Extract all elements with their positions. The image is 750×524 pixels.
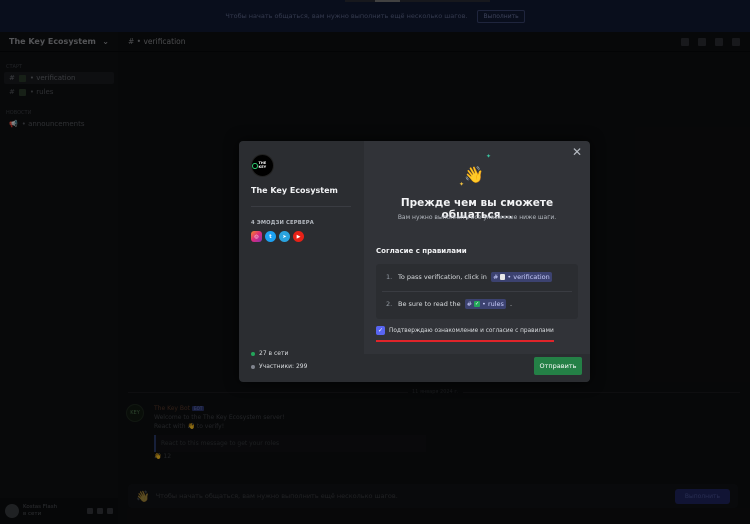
member-dot-icon [251, 364, 255, 369]
rule-number: 2. [386, 300, 393, 308]
close-icon[interactable]: ✕ [572, 146, 582, 158]
rule-suffix: . [509, 300, 513, 308]
youtube-icon: ▶ [293, 231, 304, 242]
modal-server-panel: THE KEY The Key Ecosystem 4 ЭМОДЗИ СЕРВЕ… [239, 141, 364, 382]
online-count: 27 в сети [251, 350, 307, 357]
member-count: Участники: 299 [251, 363, 307, 370]
rule-text: To pass verification, click in [398, 273, 487, 281]
modal-server-name: The Key Ecosystem [251, 186, 338, 195]
server-stats: 27 в сети Участники: 299 [251, 344, 307, 370]
modal-content: ✕ ✦ 👋 ✦ Прежде чем вы сможете общаться..… [364, 141, 590, 382]
telegram-icon: ➤ [279, 231, 290, 242]
modal-footer: Отправить [364, 354, 590, 382]
rules-box: 1. To pass verification, click in # • ve… [376, 264, 578, 319]
twitter-icon: t [265, 231, 276, 242]
mention-label: • rules [482, 300, 504, 308]
page-icon [500, 274, 506, 280]
rule-item: 1. To pass verification, click in # • ve… [386, 272, 552, 282]
agree-checkbox-row[interactable]: ✓ Подтверждаю ознакомление и согласие с … [376, 326, 554, 335]
sparkle-icon: ✦ [486, 153, 492, 160]
check-icon: ✓ [474, 301, 481, 307]
highlight-underline [376, 340, 554, 342]
emoji-label: 4 ЭМОДЗИ СЕРВЕРА [251, 220, 314, 226]
agree-label: Подтверждаю ознакомление и согласие с пр… [389, 327, 554, 334]
channel-mention-verification[interactable]: # • verification [490, 272, 552, 282]
rule-number: 1. [386, 273, 393, 281]
hash-icon: # [492, 273, 499, 281]
online-text: 27 в сети [259, 350, 289, 357]
divider [251, 206, 351, 207]
modal-subtitle: Вам нужно выполнить все указанные ниже ш… [397, 214, 557, 221]
instagram-icon: ◎ [251, 231, 262, 242]
submit-button[interactable]: Отправить [534, 357, 582, 375]
sparkle-icon: ✦ [459, 181, 465, 188]
hero-illustration: ✦ 👋 ✦ [456, 153, 496, 199]
rule-divider [382, 291, 572, 292]
rules-heading: Согласие с правилами [376, 247, 467, 255]
rule-item: 2. Be sure to read the # ✓ • rules . [386, 299, 512, 309]
hash-icon: # [466, 300, 473, 308]
mention-label: • verification [507, 273, 550, 281]
discord-app: Чтобы начать общаться, вам нужно выполни… [0, 0, 750, 524]
online-dot-icon [251, 351, 255, 356]
wave-icon: 👋 [464, 165, 484, 184]
logo-ring-icon [252, 162, 258, 169]
logo-text: THE KEY [258, 161, 267, 169]
server-logo: THE KEY [251, 154, 274, 177]
rule-text: Be sure to read the [398, 300, 461, 308]
channel-mention-rules[interactable]: # ✓ • rules [464, 299, 506, 309]
verification-modal: THE KEY The Key Ecosystem 4 ЭМОДЗИ СЕРВЕ… [239, 141, 590, 382]
members-text: Участники: 299 [259, 363, 308, 370]
emoji-list: ◎ t ➤ ▶ [251, 231, 352, 242]
agree-checkbox[interactable]: ✓ [376, 326, 385, 335]
